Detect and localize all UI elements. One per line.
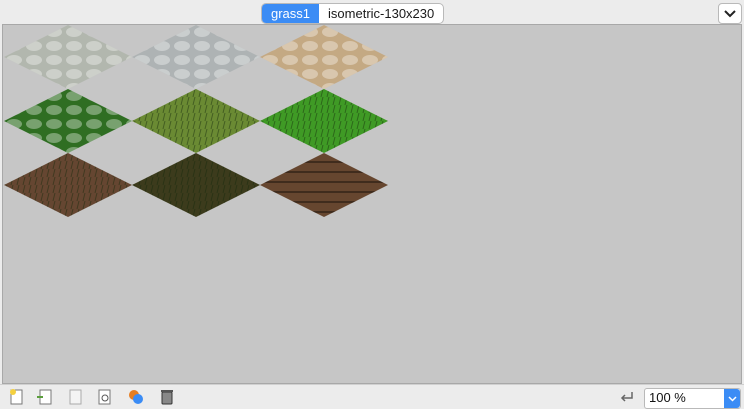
- tile-tall-grass[interactable]: [132, 89, 260, 153]
- zoom-value: 100 %: [649, 390, 686, 405]
- bottom-toolbar: [0, 384, 744, 409]
- export-tileset-icon[interactable]: [67, 388, 85, 406]
- tiles-svg: [4, 25, 388, 217]
- tile-cobblestone-grey[interactable]: [132, 25, 260, 89]
- top-bar: grass1 isometric-130x230: [0, 0, 744, 24]
- new-tileset-icon[interactable]: [8, 388, 26, 406]
- tab-grass1[interactable]: grass1: [262, 4, 320, 23]
- tile-cobblestone-mossy[interactable]: [4, 25, 132, 89]
- tile-stepping-stones-grass[interactable]: [4, 89, 132, 153]
- tile-pebbles-sand[interactable]: [260, 25, 388, 89]
- tile-wood-planks[interactable]: [260, 153, 388, 217]
- tab-isometric[interactable]: isometric-130x230: [319, 4, 443, 23]
- tabs-menu-button[interactable]: [718, 3, 742, 24]
- chevron-down-icon: [727, 395, 737, 402]
- rearrange-tiles-icon[interactable]: [127, 388, 145, 406]
- delete-icon[interactable]: [158, 388, 176, 406]
- zoom-dropdown-arrow[interactable]: [724, 389, 740, 408]
- return-icon[interactable]: [618, 388, 636, 406]
- chevron-down-icon: [724, 9, 736, 17]
- tile-dark-roots[interactable]: [132, 153, 260, 217]
- tile-green-grass[interactable]: [260, 89, 388, 153]
- import-tileset-icon[interactable]: [36, 388, 54, 406]
- tileset-tabs: grass1 isometric-130x230: [261, 3, 445, 24]
- zoom-select[interactable]: 100 %: [644, 388, 741, 409]
- tileset-properties-icon[interactable]: [96, 388, 114, 406]
- tile-dirt-weeds[interactable]: [4, 153, 132, 217]
- tileset-canvas[interactable]: [2, 24, 742, 384]
